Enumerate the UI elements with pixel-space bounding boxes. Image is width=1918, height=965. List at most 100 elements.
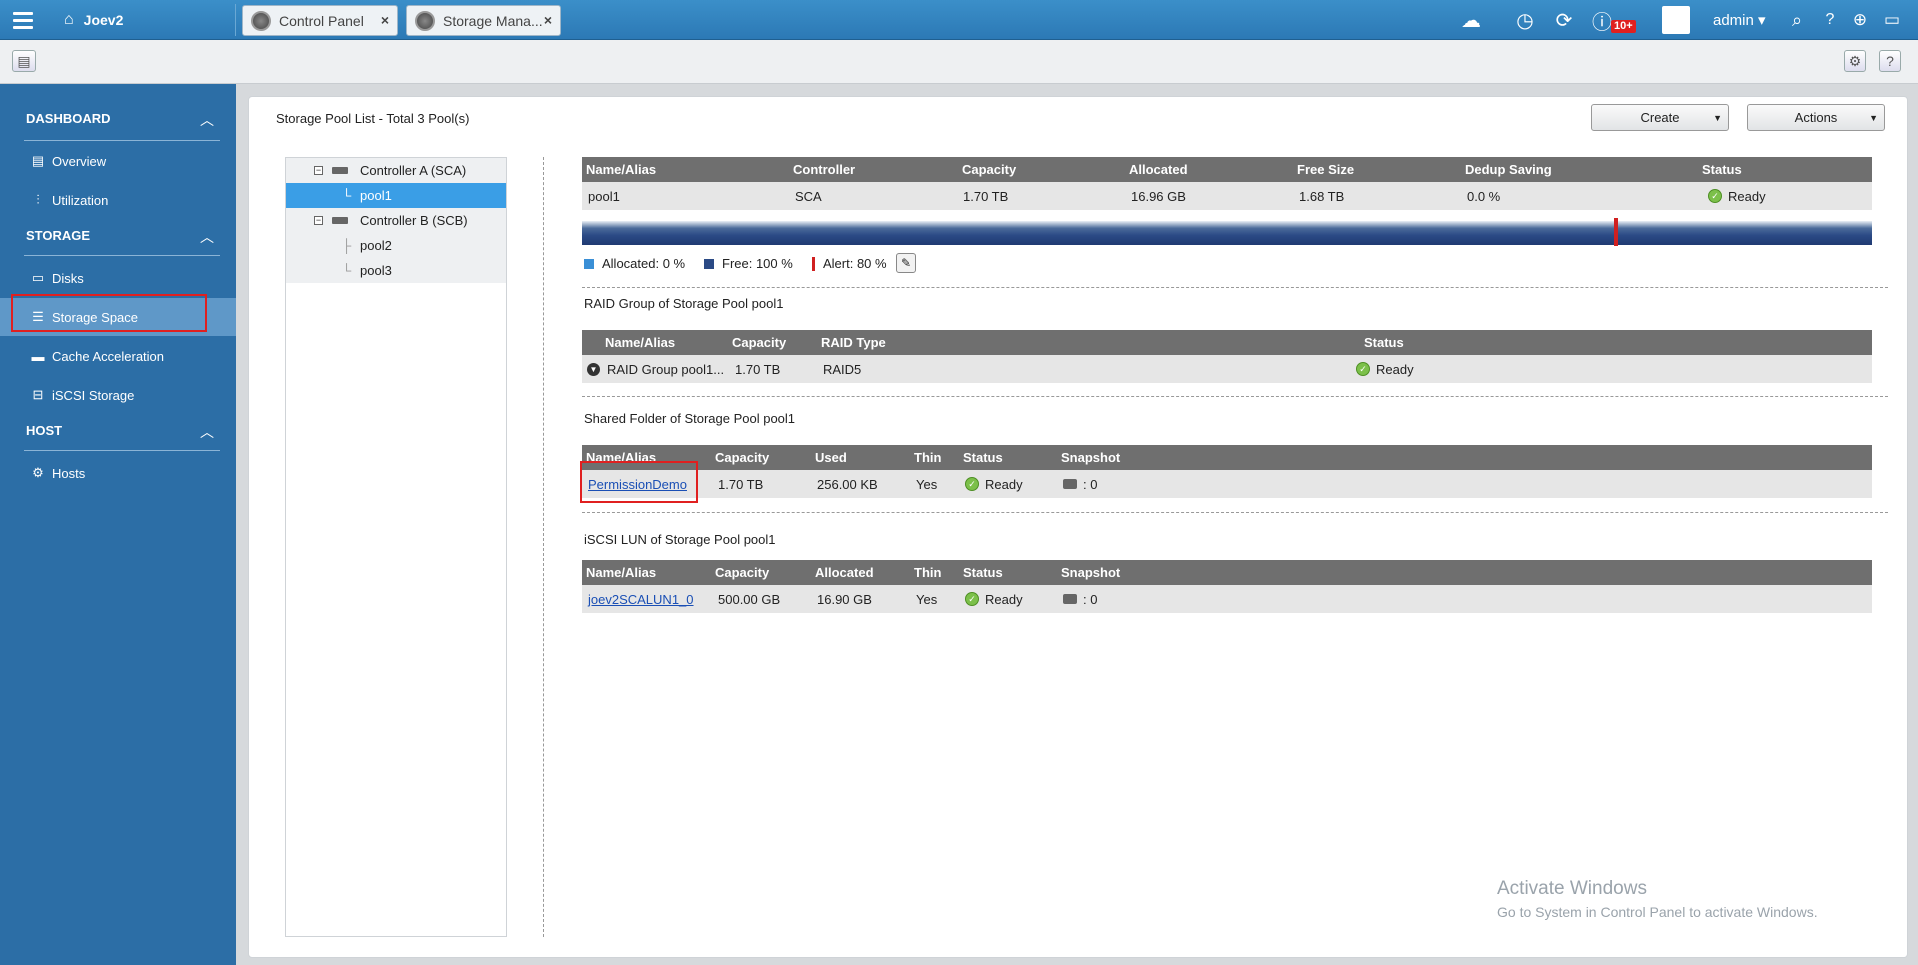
divider xyxy=(24,450,220,451)
close-icon[interactable]: × xyxy=(544,12,552,28)
search-icon[interactable]: ⌕ xyxy=(1785,6,1809,34)
column-header[interactable]: Status xyxy=(963,445,1003,470)
sidebar-item-disks[interactable]: ▭ Disks xyxy=(0,259,236,297)
column-header[interactable]: Name/Alias xyxy=(586,560,656,585)
sync-icon[interactable]: ⟳ xyxy=(1551,6,1577,34)
column-header[interactable]: Used xyxy=(815,445,847,470)
tree-line-icon: └ xyxy=(342,263,352,278)
gear-icon: ⚙ xyxy=(32,465,44,480)
section-host[interactable]: HOST xyxy=(26,423,62,438)
collapse-icon[interactable]: − xyxy=(314,166,323,175)
column-header[interactable]: RAID Type xyxy=(821,330,886,355)
column-header[interactable]: Name/Alias xyxy=(586,157,656,182)
column-header[interactable]: Status xyxy=(1702,157,1742,182)
collapse-icon[interactable]: ︿ xyxy=(200,227,214,247)
sidebar-item-cache-acceleration[interactable]: ▬ Cache Acceleration xyxy=(0,337,236,375)
tab-label: Control Panel xyxy=(279,12,364,29)
collapse-icon[interactable]: − xyxy=(314,216,323,225)
shared-section-title: Shared Folder of Storage Pool pool1 xyxy=(584,411,796,426)
column-header[interactable]: Snapshot xyxy=(1061,560,1120,585)
control-panel-icon xyxy=(251,10,271,31)
tree-pool3[interactable]: └ pool3 xyxy=(286,258,506,283)
tree-line-icon: └ xyxy=(342,188,352,203)
sidebar-item-utilization[interactable]: ⫶ Utilization xyxy=(0,181,236,219)
status-text: Ready xyxy=(985,476,1023,492)
app-menu-icon[interactable]: ▤ xyxy=(12,50,36,72)
tree-controller-b[interactable]: − Controller B (SCB) xyxy=(286,208,506,233)
column-header[interactable]: Dedup Saving xyxy=(1465,157,1552,182)
home-tab[interactable]: ⌂ Joev2 xyxy=(50,4,236,36)
iscsi-lun-link[interactable]: joev2SCALUN1_0 xyxy=(588,585,694,613)
tree-pool2[interactable]: ├ pool2 xyxy=(286,233,506,258)
column-header[interactable]: Capacity xyxy=(715,560,769,585)
expand-icon[interactable]: ▼ xyxy=(587,362,600,376)
snapshot-count: : 0 xyxy=(1083,591,1098,607)
legend-free: Free: 100 % xyxy=(704,256,793,271)
table-row[interactable]: pool1 SCA 1.70 TB 16.96 GB 1.68 TB 0.0 %… xyxy=(582,182,1872,210)
sidebar-item-label: Overview xyxy=(52,153,107,169)
legend-label: Allocated: 0 % xyxy=(602,256,686,271)
iscsi-table-header: Name/Alias Capacity Allocated Thin Statu… xyxy=(582,560,1872,585)
language-icon[interactable]: ⊕ xyxy=(1848,6,1872,34)
actions-label: Actions xyxy=(1794,110,1838,125)
activation-watermark: Activate Windows Go to System in Control… xyxy=(1497,878,1818,920)
help-icon[interactable]: ? xyxy=(1818,6,1842,34)
sidebar-item-iscsi-storage[interactable]: ⊟ iSCSI Storage xyxy=(0,376,236,414)
column-header[interactable]: Capacity xyxy=(715,445,769,470)
settings-icon[interactable]: ⚙ xyxy=(1844,50,1866,72)
column-header[interactable]: Thin xyxy=(914,445,941,470)
legend-label: Alert: 80 % xyxy=(823,256,887,271)
sidebar-item-hosts[interactable]: ⚙ Hosts xyxy=(0,454,236,492)
home-label: Joev2 xyxy=(83,12,124,28)
table-row[interactable]: ▼ RAID Group pool1... 1.70 TB RAID5 ✓ Rea… xyxy=(582,355,1872,383)
iscsi-section-title: iSCSI LUN of Storage Pool pool1 xyxy=(584,532,776,547)
column-header[interactable]: Allocated xyxy=(1129,157,1188,182)
column-header[interactable]: Capacity xyxy=(962,157,1016,182)
status-text: Ready xyxy=(985,591,1023,607)
clock-icon[interactable]: ◷ xyxy=(1512,6,1538,34)
column-header[interactable]: Free Size xyxy=(1297,157,1354,182)
cloud-icon[interactable]: ☁ xyxy=(1456,6,1486,34)
tree-label: pool2 xyxy=(360,238,392,253)
user-menu[interactable]: admin ▾ xyxy=(1713,11,1766,29)
column-header[interactable]: Capacity xyxy=(732,330,786,355)
column-header[interactable]: Status xyxy=(963,560,1003,585)
avatar[interactable] xyxy=(1662,6,1690,34)
table-row[interactable]: PermissionDemo 1.70 TB 256.00 KB Yes ✓ Re… xyxy=(582,470,1872,498)
pool-table-header: Name/Alias Controller Capacity Allocated… xyxy=(582,157,1872,182)
column-header[interactable]: Allocated xyxy=(815,560,874,585)
section-dashboard[interactable]: DASHBOARD xyxy=(26,111,111,126)
tree-label: pool1 xyxy=(360,188,392,203)
sidebar-item-label: Cache Acceleration xyxy=(52,348,165,364)
menu-icon[interactable] xyxy=(0,0,46,40)
tree-line-icon: ├ xyxy=(342,238,352,253)
tab-control-panel[interactable]: Control Panel × xyxy=(242,5,398,36)
raid-section-title: RAID Group of Storage Pool pool1 xyxy=(584,296,784,311)
tree-controller-a[interactable]: − Controller A (SCA) xyxy=(286,158,506,183)
help-icon[interactable]: ? xyxy=(1879,50,1901,72)
column-header[interactable]: Status xyxy=(1364,330,1404,355)
column-header[interactable]: Controller xyxy=(793,157,855,182)
sidebar-item-overview[interactable]: ▤ Overview xyxy=(0,142,236,180)
capacity-bar xyxy=(582,221,1872,245)
legend-allocated: Allocated: 0 % xyxy=(584,256,685,271)
cell: 1.70 TB xyxy=(718,476,764,492)
watermark-text: Go to System in Control Panel to activat… xyxy=(1497,904,1818,920)
section-storage[interactable]: STORAGE xyxy=(26,228,90,243)
column-header[interactable]: Thin xyxy=(914,560,941,585)
tree-pool1[interactable]: └ pool1 xyxy=(286,183,506,208)
actions-button[interactable]: Actions ▼ xyxy=(1747,104,1885,131)
table-row[interactable]: joev2SCALUN1_0 500.00 GB 16.90 GB Yes ✓ R… xyxy=(582,585,1872,613)
tab-storage-manager[interactable]: Storage Mana... × xyxy=(406,5,561,36)
create-button[interactable]: Create ▼ xyxy=(1591,104,1729,131)
desktop-icon[interactable]: ▭ xyxy=(1879,6,1905,34)
close-icon[interactable]: × xyxy=(381,12,389,28)
pool-tree: − Controller A (SCA) └ pool1 − Controlle… xyxy=(285,157,507,937)
edit-icon[interactable]: ✎ xyxy=(896,253,916,273)
collapse-icon[interactable]: ︿ xyxy=(200,422,214,442)
collapse-icon[interactable]: ︿ xyxy=(200,110,214,130)
cell: 1.70 TB xyxy=(735,361,781,377)
column-header[interactable]: Snapshot xyxy=(1061,445,1120,470)
column-header[interactable]: Name/Alias xyxy=(605,330,675,355)
tab-label: Storage Mana... xyxy=(443,12,543,29)
